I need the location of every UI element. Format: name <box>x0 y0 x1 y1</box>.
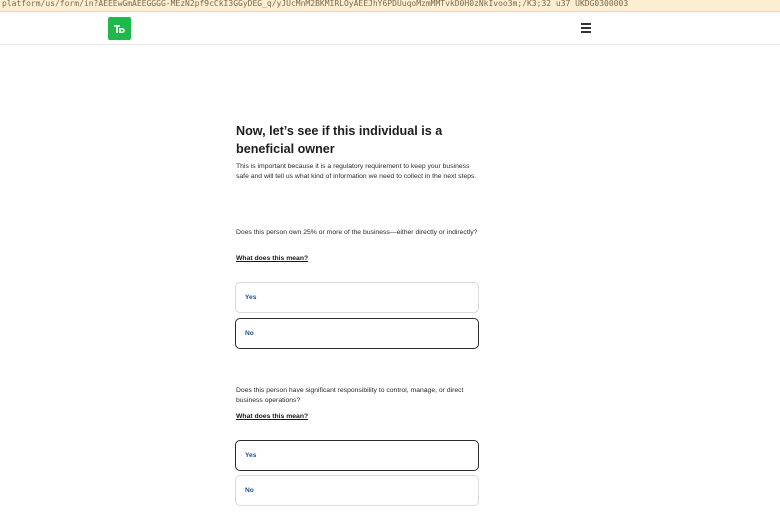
ownership-option-yes[interactable]: Yes <box>235 282 479 313</box>
control-help-link[interactable]: What does this mean? <box>236 413 308 420</box>
address-bar[interactable]: platform/us/form/in?AEEEwGmAEEGGGG-MEzN2… <box>0 0 780 12</box>
page-title: Now, let’s see if this individual is a b… <box>236 124 443 156</box>
option-label: Yes <box>245 294 257 301</box>
top-navigation-bar <box>0 12 780 45</box>
td-logo-mark <box>114 25 125 33</box>
option-label: Yes <box>245 452 257 459</box>
ownership-help-link[interactable]: What does this mean? <box>236 255 308 262</box>
ownership-option-no[interactable]: No <box>235 318 479 349</box>
option-label: No <box>245 487 254 494</box>
td-logo-icon[interactable] <box>108 17 131 40</box>
control-option-yes[interactable]: Yes <box>235 440 479 471</box>
option-label: No <box>245 330 254 337</box>
control-option-no[interactable]: No <box>235 475 479 506</box>
hamburger-menu-icon[interactable] <box>579 21 593 35</box>
control-question: Does this person have significant respon… <box>236 387 464 404</box>
ownership-question: Does this person own 25% or more of the … <box>236 229 478 236</box>
page-intro: This is important because it is a regula… <box>236 163 477 181</box>
